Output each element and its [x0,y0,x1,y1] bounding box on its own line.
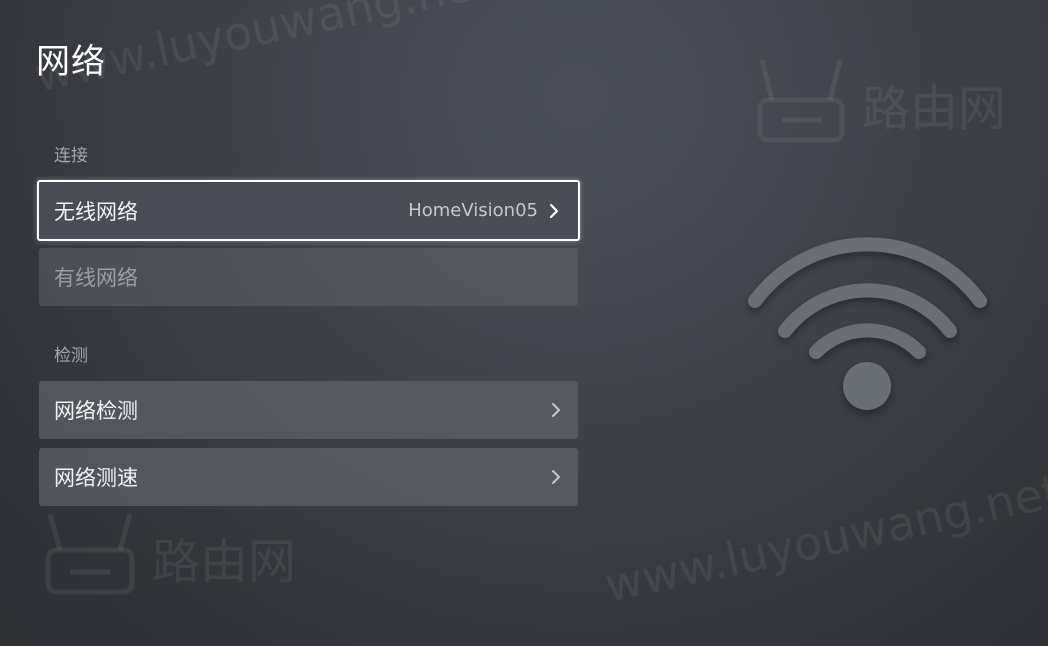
network-check-label: 网络检测 [54,399,138,423]
chevron-right-icon [550,469,562,485]
page-title: 网络 [36,42,106,82]
wireless-network-item[interactable]: 无线网络 HomeVision05 [37,180,580,241]
wifi-icon [748,237,987,410]
network-speedtest-item[interactable]: 网络测速 [39,448,578,506]
section-label-connection: 连接 [54,146,88,166]
watermark-brand-bottom: 路由网 [152,534,296,590]
watermark-router-logo-bottom: 路由网 [45,513,296,595]
wireless-network-label: 无线网络 [54,199,138,224]
watermark-url-bottom: www.luyouwang.net [600,463,1048,613]
network-speedtest-label: 网络测速 [54,466,138,490]
watermark-brand-top: 路由网 [862,81,1006,137]
network-check-item[interactable]: 网络检测 [39,381,578,439]
watermark-router-logo-top: 路由网 [757,59,1006,143]
section-label-detection: 检测 [54,346,88,366]
wired-network-item[interactable]: 有线网络 [39,248,578,306]
chevron-right-icon [550,402,562,418]
wireless-network-ssid: HomeVision05 [408,200,538,221]
chevron-right-icon [548,203,560,219]
wired-network-label: 有线网络 [54,266,138,290]
